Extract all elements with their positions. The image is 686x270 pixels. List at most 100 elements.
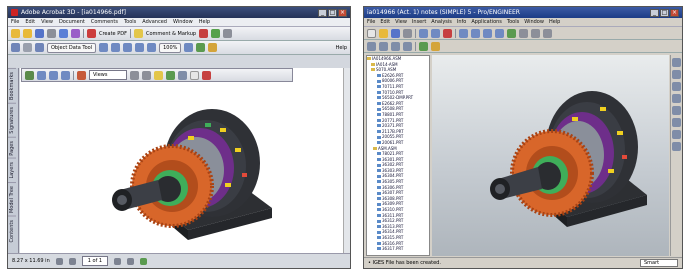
help-button[interactable]: Help xyxy=(336,45,347,51)
proe-minimize-button[interactable]: _ xyxy=(650,8,659,17)
repaint-icon[interactable] xyxy=(459,28,468,38)
proe-menu-analysis[interactable]: Analysis xyxy=(431,19,452,25)
print-icon[interactable] xyxy=(47,29,56,38)
graphics-window[interactable] xyxy=(432,55,669,256)
orient-icon[interactable] xyxy=(507,28,516,38)
tree-item[interactable]: 36317.PRT xyxy=(367,246,429,252)
proe-menu-tools[interactable]: Tools xyxy=(507,19,519,25)
wireframe-icon[interactable] xyxy=(519,28,528,38)
proe-menu-insert[interactable]: Insert xyxy=(412,19,426,25)
save-icon[interactable] xyxy=(35,29,44,38)
proe-menu-applications[interactable]: Applications xyxy=(471,19,502,25)
proe-print-icon[interactable] xyxy=(403,28,412,38)
menu-advanced[interactable]: Advanced xyxy=(142,19,167,25)
round-icon[interactable] xyxy=(672,106,681,115)
comment-3d-icon[interactable] xyxy=(202,70,211,80)
tab-layers[interactable]: Layers xyxy=(8,158,16,182)
shading-icon[interactable] xyxy=(543,28,552,38)
menu-tools[interactable]: Tools xyxy=(124,19,136,25)
hole-icon[interactable] xyxy=(672,94,681,103)
mirror-icon[interactable] xyxy=(672,142,681,151)
proe-menu-info[interactable]: Info xyxy=(457,19,466,25)
menu-help[interactable]: Help xyxy=(199,19,210,25)
rotate-icon[interactable] xyxy=(196,43,206,52)
new-file-icon[interactable] xyxy=(367,28,376,38)
coordinate-system-icon[interactable] xyxy=(403,41,412,51)
next-page-icon[interactable] xyxy=(114,257,122,265)
proe-maximize-button[interactable]: □ xyxy=(660,8,669,17)
proe-3d-model[interactable] xyxy=(432,55,669,246)
redo-icon[interactable] xyxy=(431,28,440,38)
page-next-icon[interactable] xyxy=(111,43,121,52)
menu-file[interactable]: File xyxy=(11,19,19,25)
minimize-button[interactable]: _ xyxy=(318,8,327,17)
pan-icon[interactable] xyxy=(49,70,58,80)
proe-zoom-in-icon[interactable] xyxy=(471,28,480,38)
create-pdf-button[interactable]: Create PDF xyxy=(99,31,127,37)
datum-point-icon[interactable] xyxy=(391,41,400,51)
render-mode-icon[interactable] xyxy=(142,70,151,80)
3d-model-view[interactable] xyxy=(20,68,345,255)
rotate-3d-icon[interactable] xyxy=(25,70,34,80)
zoom-in-icon[interactable] xyxy=(184,43,194,52)
proe-menu-help[interactable]: Help xyxy=(549,19,560,25)
object-data-tool-button[interactable]: Object Data Tool xyxy=(47,42,97,53)
undo-icon[interactable] xyxy=(419,28,428,38)
datum-axis-icon[interactable] xyxy=(379,41,388,51)
proe-menu-file[interactable]: File xyxy=(367,19,375,25)
last-page-icon[interactable] xyxy=(127,257,135,265)
open-folder-icon[interactable] xyxy=(11,29,20,38)
revolve-icon[interactable] xyxy=(672,70,681,79)
close-button[interactable]: × xyxy=(338,8,347,17)
page-prev-icon[interactable] xyxy=(99,43,109,52)
proe-zoom-out-icon[interactable] xyxy=(483,28,492,38)
pattern-icon[interactable] xyxy=(672,130,681,139)
proe-save-icon[interactable] xyxy=(391,28,400,38)
sweep-icon[interactable] xyxy=(672,82,681,91)
email-icon[interactable] xyxy=(59,29,68,38)
hand-tool-icon[interactable] xyxy=(23,43,32,52)
highlight-icon[interactable] xyxy=(208,43,218,52)
secure-icon[interactable] xyxy=(211,29,221,38)
regenerate-icon[interactable] xyxy=(443,28,452,38)
edit-icon[interactable] xyxy=(71,29,80,38)
lighting-icon[interactable] xyxy=(154,70,163,80)
zoom-field[interactable]: 100% xyxy=(159,42,182,53)
page-number-field[interactable]: 1 of 1 xyxy=(81,256,109,266)
proe-open-icon[interactable] xyxy=(379,28,388,38)
proe-menu-window[interactable]: Window xyxy=(524,19,544,25)
sign-icon[interactable] xyxy=(199,29,209,38)
folder-icon[interactable] xyxy=(23,29,32,38)
vertical-scrollbar[interactable] xyxy=(343,68,350,253)
home-view-icon[interactable] xyxy=(77,70,86,80)
zoom-tool-icon[interactable] xyxy=(35,43,44,52)
play-icon[interactable] xyxy=(140,257,148,265)
menu-edit[interactable]: Edit xyxy=(25,19,35,25)
comment-markup-button[interactable]: Comment & Markup xyxy=(146,31,196,37)
fit-width-icon[interactable] xyxy=(135,43,145,52)
tab-model-tree[interactable]: Model Tree xyxy=(8,181,16,216)
tab-pages[interactable]: Pages xyxy=(8,136,16,159)
proe-menu-edit[interactable]: Edit xyxy=(380,19,390,25)
proe-menu-view[interactable]: View xyxy=(395,19,407,25)
fit-page-icon[interactable] xyxy=(123,43,133,52)
prev-page-icon[interactable] xyxy=(68,257,76,265)
measure-icon[interactable] xyxy=(190,70,199,80)
menu-view[interactable]: View xyxy=(41,19,53,25)
views-dropdown[interactable]: Views xyxy=(89,70,127,80)
zoom-out-icon[interactable] xyxy=(147,43,157,52)
maximize-button[interactable]: □ xyxy=(328,8,337,17)
document-page[interactable] xyxy=(20,68,343,253)
model-tree-icon[interactable] xyxy=(419,41,428,51)
chamfer-icon[interactable] xyxy=(672,118,681,127)
zoom-3d-icon[interactable] xyxy=(61,70,70,80)
menu-document[interactable]: Document xyxy=(59,19,85,25)
layers-icon[interactable] xyxy=(431,41,440,51)
first-page-icon[interactable] xyxy=(55,257,63,265)
tab-contents[interactable]: Contents xyxy=(8,215,16,246)
select-tool-icon[interactable] xyxy=(11,43,20,52)
background-color-icon[interactable] xyxy=(166,70,175,80)
datum-plane-icon[interactable] xyxy=(367,41,376,51)
cross-section-icon[interactable] xyxy=(178,70,187,80)
extrude-icon[interactable] xyxy=(672,58,681,67)
